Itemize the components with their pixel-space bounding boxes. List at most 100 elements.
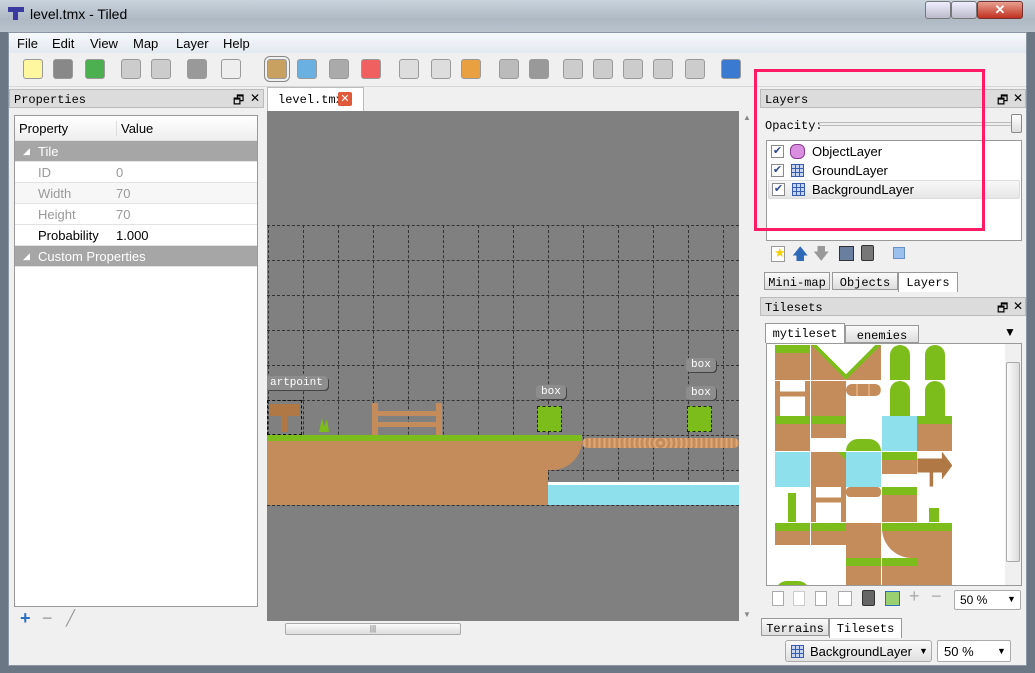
tileset-zoom-select[interactable]: 50 % ▼ [954,590,1021,610]
insert-tile-icon[interactable] [685,59,705,79]
tileset-tile[interactable] [846,522,882,558]
tileset-tile[interactable] [917,558,953,585]
float-icon[interactable]: 🗗 [997,299,1008,320]
delete-tileset-icon[interactable] [862,590,875,606]
terrain-brush-icon[interactable] [297,59,317,79]
header-value[interactable]: Value [116,121,153,136]
new-icon[interactable] [23,59,43,79]
tab-mytileset[interactable]: mytileset [765,323,845,343]
current-layer-select[interactable]: BackgroundLayer ▼ [785,640,932,662]
edit-polygons-icon[interactable] [529,59,549,79]
select-objects-icon[interactable] [499,59,519,79]
tileset-menu-icon[interactable]: ▼ [1004,325,1016,339]
tileset-tile[interactable] [889,380,910,416]
float-icon[interactable]: 🗗 [233,91,244,112]
edit-property-icon[interactable]: ╱ [66,609,75,627]
map-zoom-select[interactable]: 50 % ▼ [937,640,1011,662]
tab-objects[interactable]: Objects [832,272,898,290]
tab-tilesets[interactable]: Tilesets [829,618,902,638]
import-tileset-icon[interactable] [793,591,805,606]
delete-layer-icon[interactable] [861,245,874,261]
header-property[interactable]: Property [19,121,68,136]
tileset-tile[interactable] [810,522,846,545]
stamp-brush-icon[interactable] [264,56,290,82]
lower-layer-icon[interactable]: 🡇 [813,243,829,270]
tileset-tile[interactable] [846,439,882,451]
commands-icon[interactable] [187,59,207,79]
redo-icon[interactable] [151,59,171,79]
object-label[interactable]: box [686,386,716,400]
tileset-tile[interactable] [846,383,882,396]
close-icon[interactable]: ✕ [1013,91,1023,105]
menu-help[interactable]: Help [223,36,250,51]
table-row[interactable]: Probability 1.000 [15,225,257,246]
tileset-tile[interactable] [846,558,882,585]
close-icon[interactable]: ✕ [250,91,260,105]
tileset-tile[interactable] [775,451,810,487]
table-row[interactable]: Width 70 [15,183,257,204]
close-icon[interactable]: ✕ [1013,299,1023,313]
export-tileset-icon[interactable] [815,591,827,606]
menu-file[interactable]: File [17,36,38,51]
tileset-tile[interactable] [889,345,910,380]
tileset-tile[interactable] [775,380,810,416]
map-canvas[interactable]: artpoint box box box [267,111,739,621]
tileset-tile[interactable] [925,380,946,416]
menu-map[interactable]: Map [133,36,158,51]
tileset-tile[interactable] [925,345,946,380]
group-custom-properties[interactable]: ◢ Custom Properties [15,246,257,267]
menu-edit[interactable]: Edit [52,36,74,51]
duplicate-layer-icon[interactable] [839,246,854,261]
menu-view[interactable]: View [90,36,118,51]
group-tile[interactable]: ◢ Tile [15,141,257,162]
object-label[interactable]: artpoint [267,376,328,390]
select-same-tile-icon[interactable] [461,59,481,79]
tileset-tile[interactable] [775,581,810,585]
tab-terrains[interactable]: Terrains [761,618,829,636]
layer-properties-icon[interactable] [893,247,905,259]
tileset-tile[interactable] [846,487,882,497]
new-layer-icon[interactable]: ★ [771,245,786,262]
tileset-tile[interactable] [917,416,953,451]
add-property-icon[interactable]: + [20,608,31,629]
tileset-tile[interactable] [775,345,810,380]
tab-mini-map[interactable]: Mini-map [764,272,830,290]
tileset-tile[interactable] [917,522,953,558]
add-tiles-icon[interactable]: + [909,586,920,607]
insert-polyline-icon[interactable] [653,59,673,79]
tileset-tile[interactable] [917,451,953,487]
opacity-slider-handle[interactable] [1011,114,1022,133]
tab-layers[interactable]: Layers [898,272,958,292]
maximize-button[interactable] [951,1,977,19]
save-icon[interactable] [85,59,105,79]
insert-polygon-icon[interactable] [623,59,643,79]
tab-level-tmx[interactable]: level.tmx ✕ [267,87,364,111]
tileset-tile[interactable] [810,416,846,438]
tileset-properties-icon[interactable] [838,591,852,606]
tileset-tile[interactable] [810,487,846,522]
table-row[interactable]: ID 0 [15,162,257,183]
tileset-tile[interactable] [775,416,810,451]
tileset-tile[interactable] [775,522,810,545]
random-icon[interactable] [221,59,241,79]
close-button[interactable]: ✕ [977,1,1023,19]
magic-wand-icon[interactable] [431,59,451,79]
tileset-tile[interactable] [810,345,846,380]
remove-property-icon[interactable]: − [42,608,53,629]
tileset-tile[interactable] [810,380,846,416]
minimize-button[interactable] [925,1,951,19]
insert-rectangle-icon[interactable] [563,59,583,79]
object-label[interactable]: box [536,385,566,399]
tileset-view[interactable] [766,343,1022,586]
tileset-tile[interactable] [881,558,917,585]
raise-layer-icon[interactable]: 🡅 [792,243,808,270]
bucket-fill-icon[interactable] [329,59,349,79]
horizontal-scrollbar[interactable]: ||| [267,621,739,637]
menu-layer[interactable]: Layer [176,36,209,51]
prop-value[interactable]: 1.000 [116,228,149,243]
tileset-tile[interactable] [881,487,917,522]
eraser-icon[interactable] [361,59,381,79]
vertical-scrollbar[interactable]: ▲ ▼ [739,111,755,621]
insert-ellipse-icon[interactable] [593,59,613,79]
undo-icon[interactable] [121,59,141,79]
